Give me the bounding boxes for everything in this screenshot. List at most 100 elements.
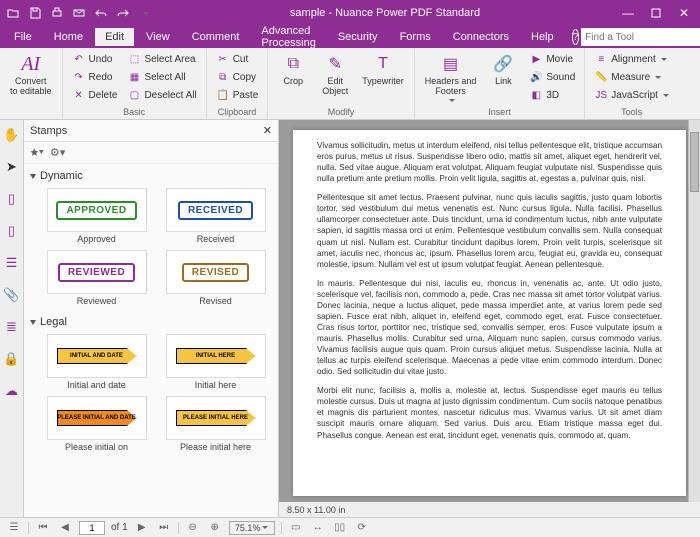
alignment-button[interactable]: ≡Alignment xyxy=(591,51,672,68)
fit-page-icon[interactable]: ▭ xyxy=(288,520,304,536)
stamp-tool-icon[interactable]: 🟊▾ xyxy=(30,144,44,161)
minimize-button[interactable]: — xyxy=(616,3,640,23)
tab-file[interactable]: File xyxy=(4,28,42,46)
stamp-item[interactable]: PLEASE INITIAL HEREPlease initial here xyxy=(159,396,272,452)
tab-comment[interactable]: Comment xyxy=(182,28,250,46)
tab-forms[interactable]: Forms xyxy=(390,28,441,46)
document-viewport[interactable]: Vivamus sollicitudin, metus ut interdum … xyxy=(279,120,700,502)
select-area-button[interactable]: ⬚Select Area xyxy=(124,51,199,68)
stamp-preview: REVIEWED xyxy=(47,250,147,294)
tab-edit[interactable]: Edit xyxy=(95,28,134,46)
stamp-item[interactable]: REVISEDRevised xyxy=(159,250,272,306)
hand-tool-icon[interactable]: ✋ xyxy=(3,126,21,144)
redo-button[interactable]: ↷Redo xyxy=(69,69,121,86)
first-page-icon[interactable]: ⏮ xyxy=(35,520,51,536)
fit-width-icon[interactable]: ↔ xyxy=(310,520,326,536)
ribbon-group-tools: ≡Alignment 📏Measure JSJavaScript Tools xyxy=(585,48,678,119)
stamp-preview: PLEASE INITIAL AND DATE xyxy=(47,396,147,440)
undo-button[interactable]: ↶Undo xyxy=(69,51,121,68)
bookmarks-icon[interactable]: ▯ xyxy=(3,190,21,208)
headers-footers-button[interactable]: ▤Headers and Footers xyxy=(421,51,481,104)
sound-button[interactable]: 🔊Sound xyxy=(526,69,578,86)
prev-page-icon[interactable]: ◀ xyxy=(57,520,73,536)
redo-icon[interactable] xyxy=(114,4,132,22)
category-header[interactable]: Legal xyxy=(30,314,272,330)
arrow-tool-icon[interactable]: ➤ xyxy=(3,158,21,176)
zoom-in-icon[interactable]: ⊕ xyxy=(207,520,223,536)
typewriter-icon: T xyxy=(372,53,394,75)
find-a-tool-input[interactable] xyxy=(581,28,700,46)
link-button[interactable]: 🔗Link xyxy=(484,51,522,89)
left-rail: ✋ ➤ ▯ ▯ ☰ 📎 ≣ 🔒 ☁ xyxy=(0,120,24,517)
tab-connectors[interactable]: Connectors xyxy=(443,28,519,46)
menu-icon[interactable]: ☰ xyxy=(6,520,22,536)
vertical-scrollbar[interactable] xyxy=(688,120,700,502)
zoom-out-icon[interactable]: ⊖ xyxy=(185,520,201,536)
save-icon[interactable] xyxy=(26,4,44,22)
maximize-button[interactable] xyxy=(644,3,668,23)
next-page-icon[interactable]: ▶ xyxy=(134,520,150,536)
tab-help[interactable]: Help xyxy=(521,28,564,46)
tab-security[interactable]: Security xyxy=(328,28,388,46)
cloud-icon[interactable]: ☁ xyxy=(3,382,21,400)
select-all-button[interactable]: ▦Select All xyxy=(124,69,199,86)
close-button[interactable]: ✕ xyxy=(672,3,696,23)
document-paragraph: In mauris. Pellentesque dui nisi, iaculi… xyxy=(317,278,662,378)
three-d-button[interactable]: ◧3D xyxy=(526,87,578,104)
alignment-icon: ≡ xyxy=(594,53,608,67)
typewriter-button[interactable]: TTypewriter xyxy=(358,51,408,89)
file-open-icon[interactable] xyxy=(4,4,22,22)
ribbon: AI Convert to editable ↶Undo ↷Redo ✕Dele… xyxy=(0,48,700,120)
paste-button[interactable]: 📋Paste xyxy=(213,87,262,104)
tab-home[interactable]: Home xyxy=(44,28,93,46)
movie-button[interactable]: ▶Movie xyxy=(526,51,578,68)
stamps-panel: Stamps ✕ 🟊▾ ⚙▾ DynamicAPPROVEDApprovedRE… xyxy=(24,120,279,517)
text-icon[interactable]: ≣ xyxy=(3,318,21,336)
zoom-level-select[interactable]: 75.1% xyxy=(229,521,275,535)
help-icon[interactable]: ? xyxy=(572,29,580,45)
category-header[interactable]: Dynamic xyxy=(30,168,272,184)
measure-icon: 📏 xyxy=(594,71,608,85)
delete-button[interactable]: ✕Delete xyxy=(69,87,121,104)
select-all-icon: ▦ xyxy=(127,71,141,85)
email-icon[interactable] xyxy=(70,4,88,22)
convert-to-editable-button[interactable]: AI Convert to editable xyxy=(6,51,56,99)
print-icon[interactable] xyxy=(48,4,66,22)
select-all-label: Select All xyxy=(144,72,185,83)
crop-button[interactable]: ⧉Crop xyxy=(274,51,312,89)
document-paragraph: Vivamus sollicitudin, metus ut interdum … xyxy=(317,140,662,184)
undo-icon[interactable] xyxy=(92,4,110,22)
attachment-icon[interactable]: 📎 xyxy=(3,286,21,304)
security-lock-icon[interactable]: 🔒 xyxy=(3,350,21,368)
panel-close-icon[interactable]: ✕ xyxy=(263,124,272,137)
stamp-item[interactable]: RECEIVEDReceived xyxy=(159,188,272,244)
stamp-item[interactable]: PLEASE INITIAL AND DATEPlease initial on xyxy=(40,396,153,452)
cut-button[interactable]: ✂Cut xyxy=(213,51,262,68)
link-icon: 🔗 xyxy=(492,53,514,75)
scroll-thumb[interactable] xyxy=(690,132,699,192)
stamp-item[interactable]: INITIAL HEREInitial here xyxy=(159,334,272,390)
two-page-icon[interactable]: ▯▯ xyxy=(332,520,348,536)
stamp-item[interactable]: REVIEWEDReviewed xyxy=(40,250,153,306)
javascript-button[interactable]: JSJavaScript xyxy=(591,87,672,104)
copy-button[interactable]: ⧉Copy xyxy=(213,69,262,86)
measure-button[interactable]: 📏Measure xyxy=(591,69,672,86)
list-icon[interactable]: ☰ xyxy=(3,254,21,272)
pages-icon[interactable]: ▯ xyxy=(3,222,21,240)
stamp-item[interactable]: APPROVEDApproved xyxy=(40,188,153,244)
status-bar: ☰ ⏮ ◀ of 1 ▶ ⏭ ⊖ ⊕ 75.1% ▭ ↔ ▯▯ ⟳ xyxy=(0,517,700,537)
ribbon-group-basic: ↶Undo ↷Redo ✕Delete ⬚Select Area ▦Select… xyxy=(63,48,207,119)
deselect-all-button[interactable]: ▢Deselect All xyxy=(124,87,199,104)
last-page-icon[interactable]: ⏭ xyxy=(156,520,172,536)
stamp-graphic: REVISED xyxy=(182,263,249,282)
tab-view[interactable]: View xyxy=(136,28,180,46)
edit-object-button[interactable]: ✎Edit Object xyxy=(316,51,354,99)
rotate-icon[interactable]: ⟳ xyxy=(354,520,370,536)
page-number-input[interactable] xyxy=(79,521,105,535)
qat-dropdown-icon[interactable] xyxy=(136,4,154,22)
stamp-item[interactable]: INITIAL AND DATEInitial and date xyxy=(40,334,153,390)
undo-label: Undo xyxy=(89,54,113,65)
stamp-gear-icon[interactable]: ⚙▾ xyxy=(50,146,65,159)
javascript-icon: JS xyxy=(594,89,608,103)
redo-label: Redo xyxy=(89,72,113,83)
